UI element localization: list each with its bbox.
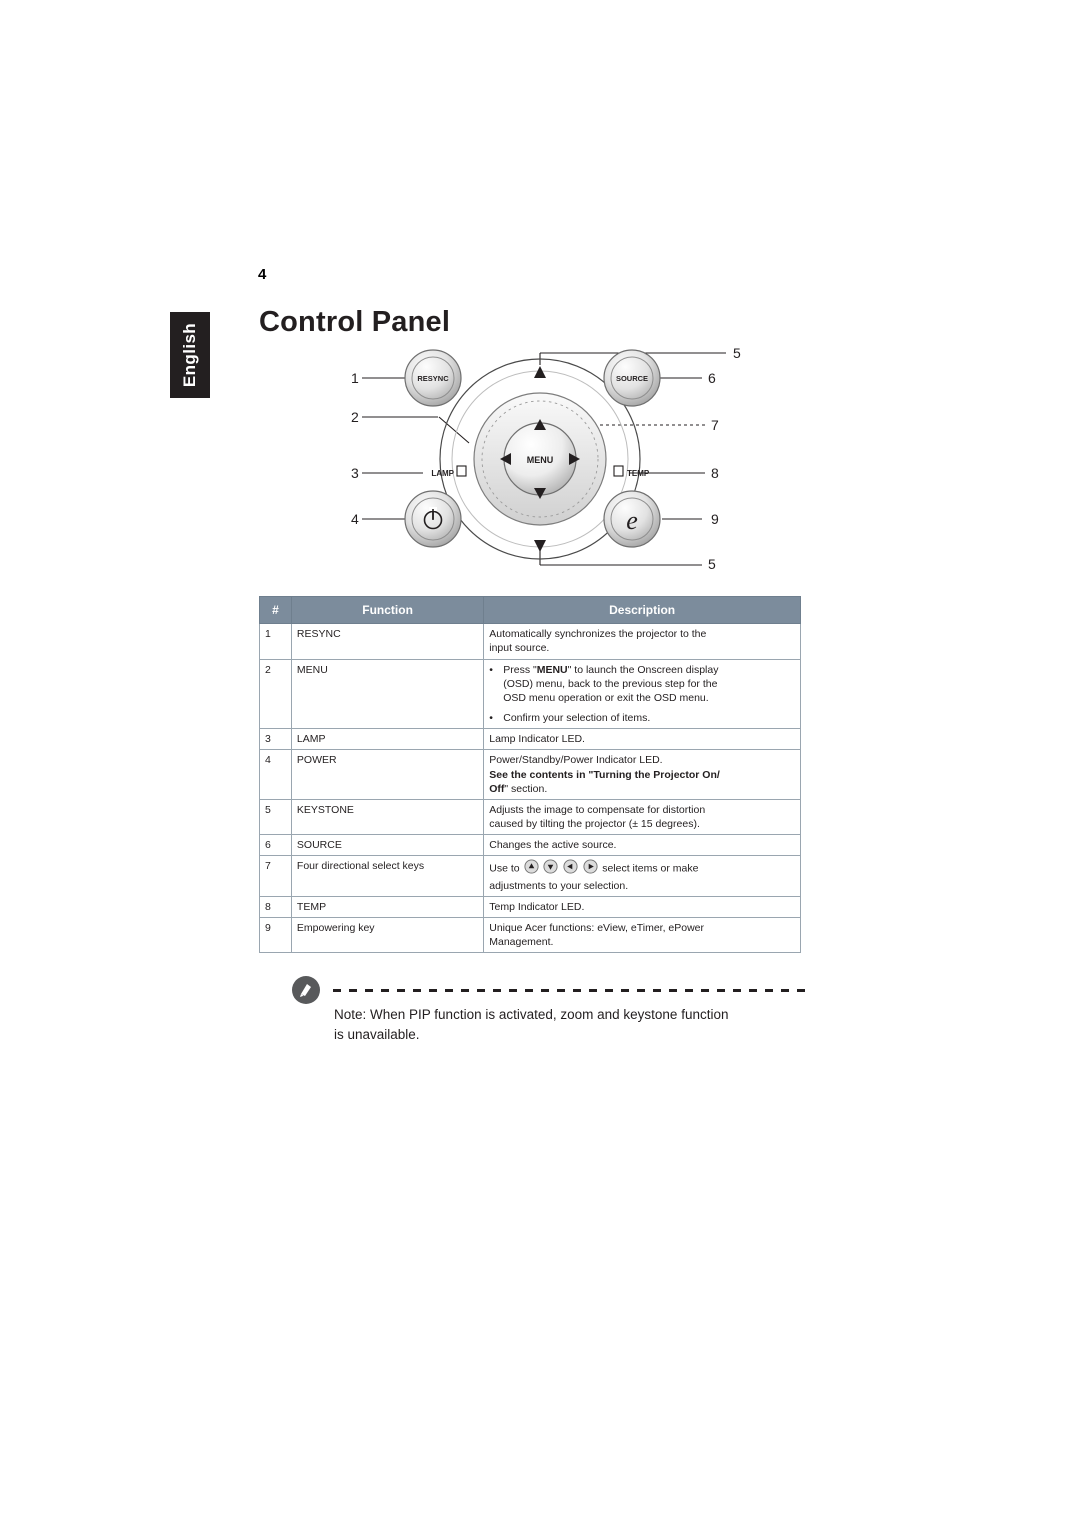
language-tab-label: English bbox=[180, 322, 199, 388]
svg-text:1: 1 bbox=[351, 370, 359, 386]
svg-text:e: e bbox=[626, 506, 638, 535]
row-function: LAMP bbox=[290, 728, 485, 751]
svg-text:8: 8 bbox=[711, 465, 719, 481]
desc-line-bold-2: Off" section. bbox=[489, 782, 795, 796]
row-function: KEYSTONE bbox=[290, 798, 485, 836]
svg-text:MENU: MENU bbox=[527, 455, 554, 465]
row-num: 8 bbox=[259, 895, 292, 918]
control-panel-function-table: # Function Description 1 RESYNC Automati… bbox=[259, 595, 801, 954]
table-row: 9 Empowering key Unique Acer functions: … bbox=[259, 916, 801, 954]
desc-bold-1: See the contents in "Turning the Project… bbox=[489, 768, 720, 781]
desc-prefix: Use to bbox=[489, 862, 520, 875]
desc-suffix: select items or make bbox=[602, 862, 699, 875]
svg-text:6: 6 bbox=[708, 370, 716, 386]
table-row: 6 SOURCE Changes the active source. bbox=[259, 834, 801, 857]
svg-text:5: 5 bbox=[708, 556, 716, 572]
table-row: 5 KEYSTONE Adjusts the image to compensa… bbox=[259, 798, 801, 836]
note-line-2: is unavailable. bbox=[334, 1027, 420, 1043]
note-text: Note: When PIP function is activated, zo… bbox=[334, 1005, 804, 1046]
page-number: 4 bbox=[258, 266, 267, 283]
row-function: Empowering key bbox=[290, 916, 485, 954]
row-function: POWER bbox=[290, 749, 485, 800]
table-row: 8 TEMP Temp Indicator LED. bbox=[259, 895, 801, 918]
note-line-1: Note: When PIP function is activated, zo… bbox=[334, 1007, 729, 1022]
desc-line-bold: See the contents in "Turning the Project… bbox=[489, 768, 795, 782]
desc-line: Management. bbox=[489, 936, 554, 949]
desc-line: Power/Standby/Power Indicator LED. bbox=[489, 754, 663, 767]
language-tab: English bbox=[170, 312, 210, 398]
bullet-text-line2: (OSD) menu, back to the previous step fo… bbox=[503, 677, 718, 690]
note-icon bbox=[291, 975, 321, 1005]
svg-text:5: 5 bbox=[733, 345, 741, 361]
desc-line: Adjusts the image to compensate for dist… bbox=[489, 803, 706, 816]
bullet-text-line3: OSD menu operation or exit the OSD menu. bbox=[503, 691, 709, 704]
table-row: 3 LAMP Lamp Indicator LED. bbox=[259, 728, 801, 751]
svg-text:LAMP: LAMP bbox=[431, 469, 454, 478]
bullet-text-pre: Press " bbox=[503, 663, 537, 676]
desc-line: caused by tilting the projector (± 15 de… bbox=[489, 818, 700, 831]
header-num: # bbox=[259, 595, 292, 625]
desc-line-with-keys: Use to select items or make bbox=[489, 859, 795, 878]
svg-text:7: 7 bbox=[711, 417, 719, 433]
row-function: MENU bbox=[290, 658, 485, 730]
row-num: 2 bbox=[259, 658, 292, 730]
row-num: 7 bbox=[259, 855, 292, 897]
svg-text:3: 3 bbox=[351, 465, 359, 481]
row-function: RESYNC bbox=[290, 623, 485, 660]
arrow-down-icon bbox=[543, 859, 558, 878]
arrow-left-icon bbox=[563, 859, 578, 878]
row-function: SOURCE bbox=[290, 834, 485, 857]
row-description: • Press "MENU" to launch the Onscreen di… bbox=[483, 658, 801, 730]
row-description: Adjusts the image to compensate for dist… bbox=[483, 798, 801, 836]
bullet-text: Press "MENU" to launch the Onscreen disp… bbox=[503, 663, 718, 706]
row-num: 1 bbox=[259, 623, 292, 660]
desc-line: Unique Acer functions: eView, eTimer, eP… bbox=[489, 921, 705, 934]
bullet-text-post: " to launch the Onscreen display bbox=[567, 663, 719, 676]
row-description: Automatically synchronizes the projector… bbox=[483, 623, 801, 660]
svg-text:9: 9 bbox=[711, 511, 719, 527]
bullet-text-bold: MENU bbox=[536, 663, 568, 676]
note-divider bbox=[333, 989, 813, 992]
row-num: 6 bbox=[259, 834, 292, 857]
row-description: Lamp Indicator LED. bbox=[483, 728, 801, 751]
row-num: 3 bbox=[259, 728, 292, 751]
table-row: 7 Four directional select keys Use to se… bbox=[259, 855, 801, 897]
row-function: Four directional select keys bbox=[290, 855, 485, 897]
row-description: Changes the active source. bbox=[483, 834, 801, 857]
desc-bold-2-rest: " section. bbox=[504, 782, 548, 795]
row-description: Power/Standby/Power Indicator LED. See t… bbox=[483, 749, 801, 800]
svg-text:2: 2 bbox=[351, 409, 359, 425]
desc-bullet: • Confirm your selection of items. bbox=[489, 711, 795, 725]
desc-line: Automatically synchronizes the projector… bbox=[489, 628, 707, 641]
svg-text:TEMP: TEMP bbox=[627, 469, 650, 478]
row-num: 9 bbox=[259, 916, 292, 954]
desc-bold-2: Off bbox=[489, 782, 505, 795]
header-description: Description bbox=[483, 595, 801, 625]
table-row: 1 RESYNC Automatically synchronizes the … bbox=[259, 623, 801, 660]
desc-line: adjustments to your selection. bbox=[489, 879, 629, 892]
desc-bullet: • Press "MENU" to launch the Onscreen di… bbox=[489, 663, 795, 706]
bullet-dot: • bbox=[489, 712, 493, 725]
svg-text:SOURCE: SOURCE bbox=[616, 374, 648, 383]
control-panel-figure: 1 2 3 4 5 6 7 8 9 5 MENU RESYNC SOURCE e… bbox=[258, 335, 818, 590]
arrow-up-icon bbox=[523, 859, 539, 878]
header-function: Function bbox=[290, 595, 485, 625]
table-header-row: # Function Description bbox=[259, 595, 801, 625]
row-description: Temp Indicator LED. bbox=[483, 895, 801, 918]
svg-text:4: 4 bbox=[351, 511, 359, 527]
row-num: 5 bbox=[259, 798, 292, 836]
arrow-right-icon bbox=[583, 859, 598, 878]
bullet-dot: • bbox=[489, 663, 493, 676]
table-row: 2 MENU • Press "MENU" to launch the Onsc… bbox=[259, 658, 801, 730]
row-num: 4 bbox=[259, 749, 292, 800]
row-description: Use to select items or make adjustments … bbox=[483, 855, 801, 897]
desc-line: input source. bbox=[489, 642, 550, 655]
row-function: TEMP bbox=[290, 895, 485, 918]
bullet-text: Confirm your selection of items. bbox=[503, 712, 651, 725]
row-description: Unique Acer functions: eView, eTimer, eP… bbox=[483, 916, 801, 954]
table-row: 4 POWER Power/Standby/Power Indicator LE… bbox=[259, 749, 801, 800]
svg-text:RESYNC: RESYNC bbox=[417, 374, 449, 383]
